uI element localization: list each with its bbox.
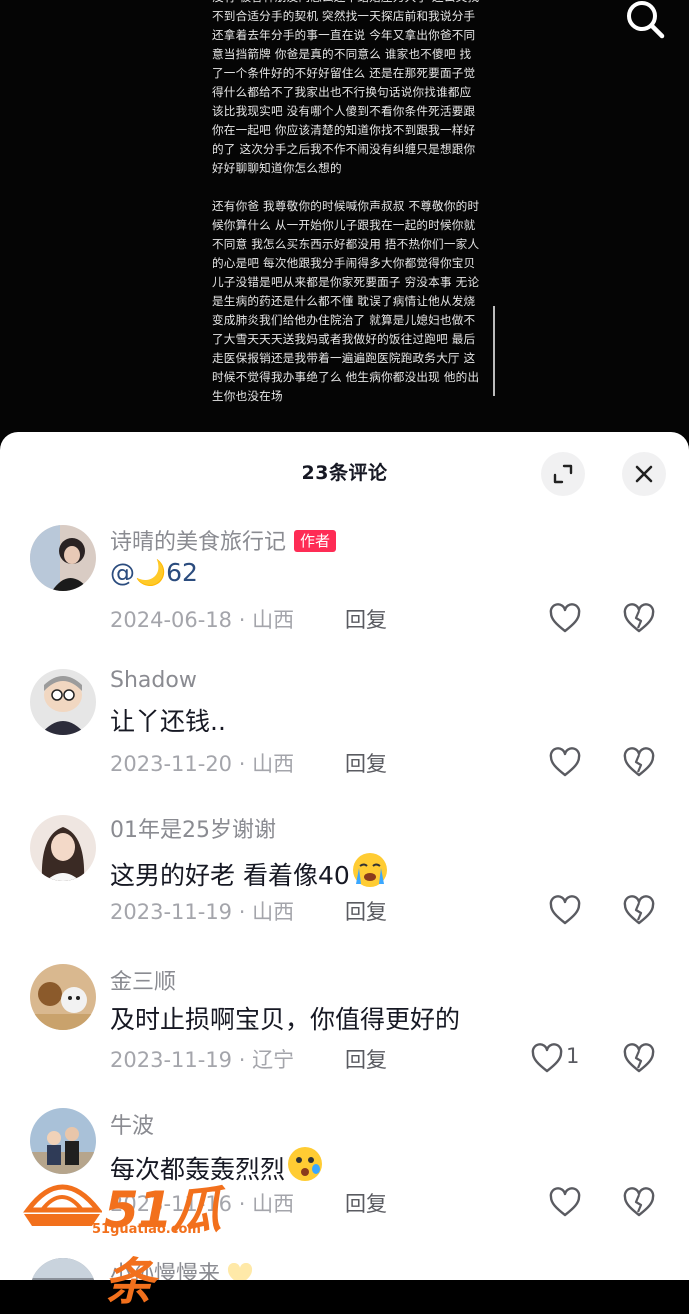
meta-separator: · [238,1048,246,1072]
comment-meta: 2023-11-19 · 辽宁 [110,1044,294,1074]
comment-item: Shadow 让丫还钱.. 2023-11-20 · 山西 回复 [0,662,689,792]
comment-date: 2023-11-19 [110,1048,233,1072]
avatar[interactable] [30,1258,96,1280]
comment-text: @🌙62 [110,558,198,588]
comment-meta: 2023-11-20 · 山西 [110,748,294,778]
reply-button[interactable]: 回复 [345,1044,387,1074]
comment-meta: 2024-06-18 · 山西 [110,604,294,634]
comment-location: 辽宁 [252,1048,295,1072]
comment-sheet: 23条评论 诗晴的美食旅行记 作者 @🌙62 2024-06-18 · 山西 回… [0,432,689,1280]
watermark-brand: 51瓜条 [104,1181,222,1311]
expand-button[interactable] [541,452,585,496]
avatar[interactable] [30,525,96,591]
comment-username[interactable]: 牛波 [110,1108,154,1140]
search-icon[interactable] [620,0,670,44]
crying-emoji [350,850,390,896]
dislike-button[interactable] [622,746,656,780]
comment-sheet-header: 23条评论 [0,432,689,508]
meta-separator: · [238,608,246,632]
broken-heart-icon [623,1043,655,1073]
comment-location: 山西 [252,1192,295,1216]
comment-location: 山西 [252,752,295,776]
comment-item: 金三顺 及时止损啊宝贝，你值得更好的 2023-11-19 · 辽宁 回复 1 [0,962,689,1092]
mention-link[interactable]: @🌙62 [110,558,198,587]
comment-date: 2023-11-19 [110,900,233,924]
watermark: 51瓜条 51guatiao.com [22,1170,242,1311]
comment-item: 01年是25岁谢谢 这男的好老 看着像40 2023-11-19 · 山西 回复 [0,810,689,940]
like-button[interactable] [548,602,582,636]
text-scrollbar[interactable] [493,306,495,396]
dislike-button[interactable] [622,1186,656,1220]
broken-heart-icon [623,603,655,633]
broken-heart-icon [623,747,655,777]
shocked-emoji [285,1144,325,1190]
like-count: 1 [566,1044,580,1068]
mention-suffix: 62 [166,558,198,587]
dislike-button[interactable] [622,1042,656,1076]
avatar[interactable] [30,669,96,735]
heart-icon [549,895,581,925]
like-button[interactable] [530,1042,564,1076]
broken-heart-icon [623,1187,655,1217]
like-button[interactable] [548,1186,582,1220]
comment-username[interactable]: Shadow [110,668,197,693]
comment-text: 这男的好老 看着像40 [110,850,390,896]
comment-text-body: 这男的好老 看着像40 [110,861,350,890]
mention-prefix: @ [110,558,135,587]
like-button[interactable] [548,894,582,928]
comment-item: 诗晴的美食旅行记 作者 @🌙62 2024-06-18 · 山西 回复 [0,518,689,648]
watermark-logo-icon [23,1184,102,1226]
comment-username[interactable]: 诗晴的美食旅行记 作者 [110,524,337,556]
close-icon [635,465,653,483]
meta-separator: · [238,900,246,924]
avatar[interactable] [30,964,96,1030]
dislike-button[interactable] [622,602,656,636]
comment-date: 2024-06-18 [110,608,233,632]
comment-location: 山西 [252,900,295,924]
post-text: 没有 被各种朋友问怎么还不结婚压力大了 还公又找不到合适分手的契机 突然找一天探… [212,0,480,406]
reply-button[interactable]: 回复 [345,604,387,634]
comment-username[interactable]: 金三顺 [110,964,176,996]
close-button[interactable] [622,452,666,496]
watermark-url: 51guatiao.com [92,1222,201,1237]
broken-heart-icon [623,895,655,925]
comment-username-text: 诗晴的美食旅行记 [110,530,287,555]
heart-icon [549,1187,581,1217]
moon-emoji: 🌙 [135,558,167,587]
heart-icon [549,603,581,633]
avatar[interactable] [30,1108,96,1174]
comment-meta: 2023-11-19 · 山西 [110,896,294,926]
reply-button[interactable]: 回复 [345,896,387,926]
video-area[interactable]: 没有 被各种朋友问怎么还不结婚压力大了 还公又找不到合适分手的契机 突然找一天探… [0,0,689,440]
comment-location: 山西 [252,608,295,632]
reply-button[interactable]: 回复 [345,748,387,778]
comment-text: 及时止损啊宝贝，你值得更好的 [110,1005,461,1034]
dislike-button[interactable] [622,894,656,928]
post-paragraph-1: 没有 被各种朋友问怎么还不结婚压力大了 还公又找不到合适分手的契机 突然找一天探… [212,0,479,175]
post-paragraph-2: 还有你爸 我尊敬你的时候喊你声叔叔 不尊敬你的时候你算什么 从一开始你儿子跟我在… [212,199,480,403]
author-badge: 作者 [294,530,337,552]
avatar[interactable] [30,815,96,881]
like-button[interactable] [548,746,582,780]
comment-text: 让丫还钱.. [110,707,226,736]
expand-icon [553,464,573,484]
heart-icon [531,1043,563,1073]
reply-button[interactable]: 回复 [345,1188,387,1218]
comment-count-title: 23条评论 [301,462,388,484]
comment-username[interactable]: 01年是25岁谢谢 [110,812,276,844]
heart-icon [549,747,581,777]
comment-date: 2023-11-20 [110,752,233,776]
meta-separator: · [238,752,246,776]
